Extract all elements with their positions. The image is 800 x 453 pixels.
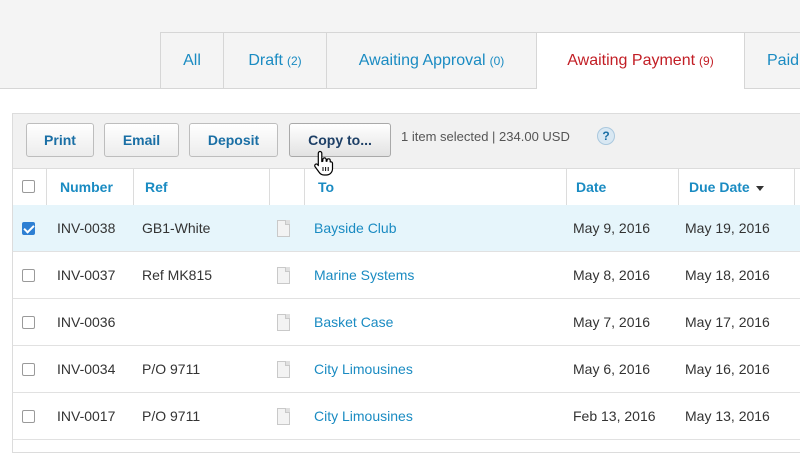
tab-count: (2)	[287, 53, 302, 68]
row-checkbox[interactable]	[22, 363, 35, 376]
document-icon[interactable]	[277, 314, 290, 331]
column-divider	[269, 169, 270, 205]
invoice-due-date: May 17, 2016	[685, 314, 770, 330]
tab-label: Awaiting Payment	[567, 52, 696, 69]
tab-label: Awaiting Approval	[358, 51, 486, 69]
invoice-ref: Ref MK815	[142, 267, 213, 283]
invoice-number: INV-0037	[57, 267, 116, 283]
column-divider	[304, 169, 305, 205]
column-ref[interactable]: Ref	[145, 169, 168, 205]
invoice-ref: P/O 9711	[142, 408, 201, 424]
row-checkbox[interactable]	[22, 316, 35, 329]
invoice-number: INV-0038	[57, 220, 116, 236]
invoice-ref: P/O 9711	[142, 361, 201, 377]
invoice-number: INV-0034	[57, 361, 116, 377]
invoice-date: May 6, 2016	[573, 361, 651, 377]
contact-link[interactable]: Basket Case	[314, 314, 393, 330]
email-button[interactable]: Email	[104, 123, 179, 157]
column-due-date[interactable]: Due Date	[689, 169, 764, 205]
invoice-number: INV-0017	[57, 408, 116, 424]
contact-link[interactable]: Bayside Club	[314, 220, 397, 236]
contact-link[interactable]: City Limousines	[314, 361, 413, 377]
column-divider	[566, 169, 567, 205]
tab-awaiting-approval[interactable]: Awaiting Approval (0)	[326, 32, 537, 88]
invoice-date: May 7, 2016	[573, 314, 651, 330]
deposit-button[interactable]: Deposit	[189, 123, 278, 157]
column-divider	[46, 169, 47, 205]
table-row[interactable]: INV-0037 Ref MK815 Marine Systems May 8,…	[12, 252, 800, 299]
invoice-date: May 9, 2016	[573, 220, 651, 236]
document-icon[interactable]	[277, 220, 290, 237]
table-row[interactable]: INV-0034 P/O 9711 City Limousines May 6,…	[12, 346, 800, 393]
invoice-number: INV-0036	[57, 314, 116, 330]
table-row[interactable]: INV-0036 Basket Case May 7, 2016 May 17,…	[12, 299, 800, 346]
table-row[interactable]: INV-0038 GB1-White Bayside Club May 9, 2…	[12, 205, 800, 252]
row-checkbox[interactable]	[22, 410, 35, 423]
table-header	[12, 169, 800, 206]
tab-count: (9)	[699, 54, 714, 68]
invoice-due-date: May 16, 2016	[685, 361, 770, 377]
row-checkbox[interactable]	[22, 222, 35, 235]
sort-desc-icon	[755, 185, 764, 191]
contact-link[interactable]: City Limousines	[314, 408, 413, 424]
invoice-date: Feb 13, 2016	[573, 408, 656, 424]
column-number[interactable]: Number	[60, 169, 113, 205]
tab-paid[interactable]: Paid	[744, 32, 800, 88]
document-icon[interactable]	[277, 267, 290, 284]
column-divider	[133, 169, 134, 205]
tab-awaiting-payment[interactable]: Awaiting Payment (9)	[536, 32, 745, 89]
document-icon[interactable]	[277, 361, 290, 378]
document-icon[interactable]	[277, 408, 290, 425]
selection-info: 1 item selected | 234.00 USD	[401, 129, 570, 144]
tab-label: Draft	[248, 51, 283, 69]
invoice-ref: GB1-White	[142, 220, 211, 236]
copy-to-button[interactable]: Copy to...	[289, 123, 391, 157]
tab-label: Paid	[767, 51, 800, 69]
invoice-due-date: May 19, 2016	[685, 220, 770, 236]
print-button[interactable]: Print	[26, 123, 94, 157]
column-divider	[678, 169, 679, 205]
invoice-due-date: May 18, 2016	[685, 267, 770, 283]
column-date[interactable]: Date	[576, 169, 606, 205]
tab-all[interactable]: All	[160, 32, 224, 88]
row-checkbox[interactable]	[22, 269, 35, 282]
hand-pointer-icon	[314, 150, 334, 176]
tab-draft[interactable]: Draft (2)	[223, 32, 327, 88]
table-row[interactable]: INV-0017 P/O 9711 City Limousines Feb 13…	[12, 393, 800, 440]
contact-link[interactable]: Marine Systems	[314, 267, 414, 283]
invoice-due-date: May 13, 2016	[685, 408, 770, 424]
column-divider	[794, 169, 795, 205]
help-icon[interactable]: ?	[597, 127, 615, 145]
tab-count: (0)	[489, 53, 505, 68]
select-all-checkbox[interactable]	[22, 180, 35, 193]
tab-label: All	[183, 51, 201, 69]
invoice-date: May 8, 2016	[573, 267, 651, 283]
column-due-date-label: Due Date	[689, 179, 750, 195]
